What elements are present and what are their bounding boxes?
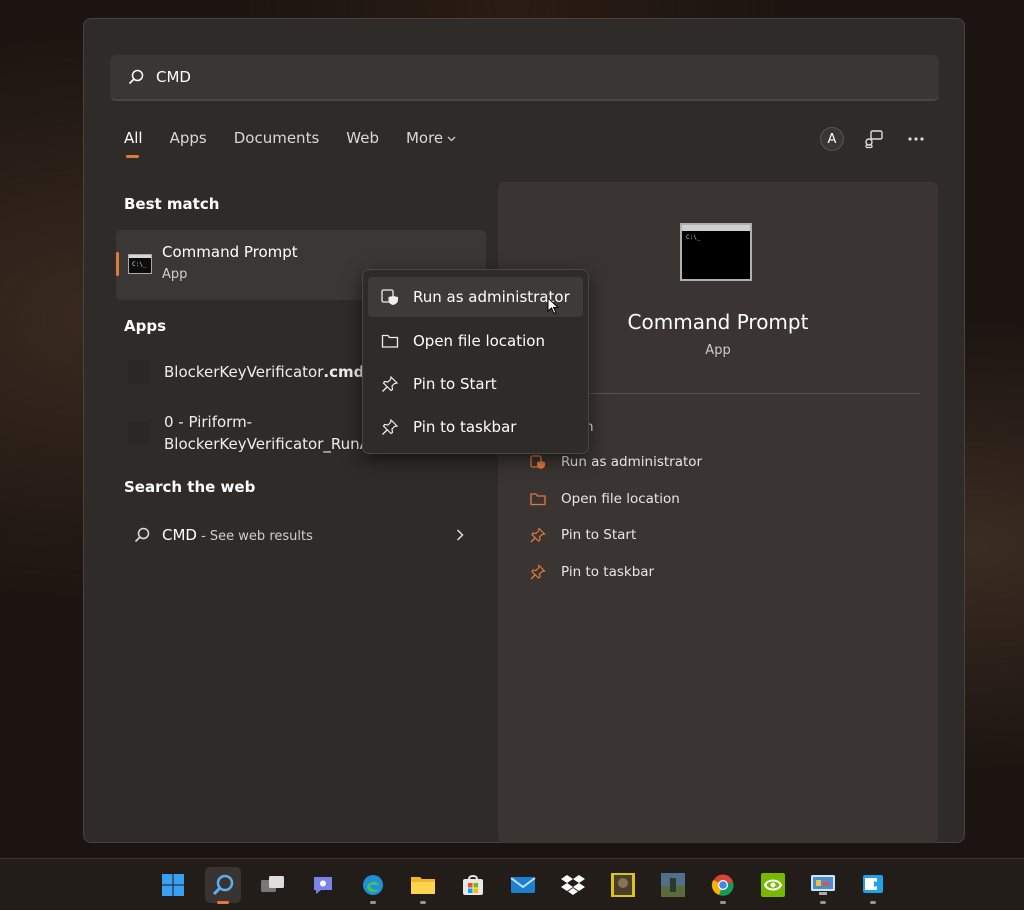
best-match-heading: Best match [124,195,220,213]
running-indicator [720,901,726,904]
tab-more-label: More [405,129,444,147]
apps-heading: Apps [124,317,167,335]
app-result-line1: 0 - Piriform- [164,413,253,431]
context-menu-label: Pin to Start [413,375,497,393]
chevron-right-icon [456,529,464,541]
context-menu-pin-taskbar[interactable]: Pin to taskbar [368,407,583,447]
search-input[interactable]: CMD [156,68,191,86]
web-search-result[interactable]: CMD - See web results [116,517,466,553]
tab-more[interactable]: More [406,129,456,147]
header-actions: A [820,127,928,151]
folder-icon [530,493,546,505]
nvidia-icon[interactable] [755,867,791,903]
best-match-subtitle: App [162,267,188,282]
details-action-label: Pin to Start [561,527,637,544]
shield-admin-icon [381,289,398,305]
web-search-label: CMD - See web results [162,526,313,544]
more-horizontal-icon [908,137,924,141]
selection-accent [116,252,119,276]
best-match-title: Command Prompt [162,243,298,261]
context-menu-pin-start[interactable]: Pin to Start [368,364,583,404]
command-prompt-icon: C:\_ [128,254,152,274]
app-result-line2: BlockerKeyVerificator_RunAs [164,435,378,453]
command-prompt-large-icon: C:\_ [680,223,752,281]
game-icon-1[interactable] [605,867,641,903]
tab-web[interactable]: Web [346,129,379,147]
teams-chat-icon[interactable] [305,867,341,903]
edge-icon[interactable] [355,867,391,904]
context-menu-label: Open file location [413,332,545,350]
more-options-button[interactable] [904,127,928,151]
windows-start-icon[interactable] [155,867,191,903]
running-indicator [420,901,426,904]
store-icon[interactable] [455,867,491,903]
pin-icon [530,527,546,543]
running-indicator [870,901,876,904]
game-icon-2[interactable] [655,867,691,903]
app-result-ext: .cmd [323,363,365,381]
running-indicator [370,901,376,904]
context-menu-label: Pin to taskbar [413,418,517,436]
app-result-label: BlockerKeyVerificator.cmd [164,361,364,383]
tab-all[interactable]: All [124,129,143,158]
chrome-icon[interactable] [705,867,741,904]
tab-documents[interactable]: Documents [234,129,320,147]
pin-icon [530,564,546,580]
connected-devices-icon [865,130,883,149]
pin-icon [382,375,399,392]
connected-devices-button[interactable] [862,127,886,151]
active-indicator [217,901,229,904]
chevron-down-icon [447,136,456,141]
taskbar [0,858,1024,910]
details-action-label: Open file location [561,490,680,507]
web-search-suffix: - See web results [196,529,313,544]
context-menu-open-file-location[interactable]: Open file location [368,321,583,361]
search-web-heading: Search the web [124,478,256,496]
search-icon [128,69,144,85]
mouse-cursor-icon [547,297,559,315]
details-actions: Run as administrator Open file location … [530,444,702,590]
mail-icon[interactable] [505,867,541,903]
tab-apps[interactable]: Apps [170,129,207,147]
shield-admin-icon [530,455,545,470]
task-view-icon[interactable] [255,867,291,903]
search-box[interactable]: CMD [110,55,939,101]
file-icon [128,422,150,444]
details-action-pin-start[interactable]: Pin to Start [530,517,702,554]
running-indicator [820,901,826,904]
dropbox-icon[interactable] [555,867,591,903]
control-panel-icon[interactable] [805,867,841,904]
filter-tabs: All Apps Documents Web More [124,129,483,158]
search-icon[interactable] [205,867,241,904]
app-result-piriform[interactable]: 0 - Piriform- BlockerKeyVerificator_RunA… [116,409,378,457]
remote-app-icon[interactable] [855,867,891,904]
web-search-query: CMD [162,526,197,544]
app-result-name: BlockerKeyVerificator [164,363,324,381]
app-result-blocker-cmd[interactable]: BlockerKeyVerificator.cmd [116,352,364,392]
pin-icon [382,418,399,435]
details-action-label: Pin to taskbar [561,563,655,580]
file-explorer-icon[interactable] [405,867,441,904]
details-action-pin-taskbar[interactable]: Pin to taskbar [530,554,702,591]
search-icon [134,527,150,543]
details-action-open-file-location[interactable]: Open file location [530,481,702,518]
account-avatar[interactable]: A [820,127,844,151]
folder-icon [381,334,399,348]
details-action-label: Run as administrator [561,454,703,471]
file-icon [128,361,150,383]
app-result-label: 0 - Piriform- BlockerKeyVerificator_RunA… [164,411,378,455]
